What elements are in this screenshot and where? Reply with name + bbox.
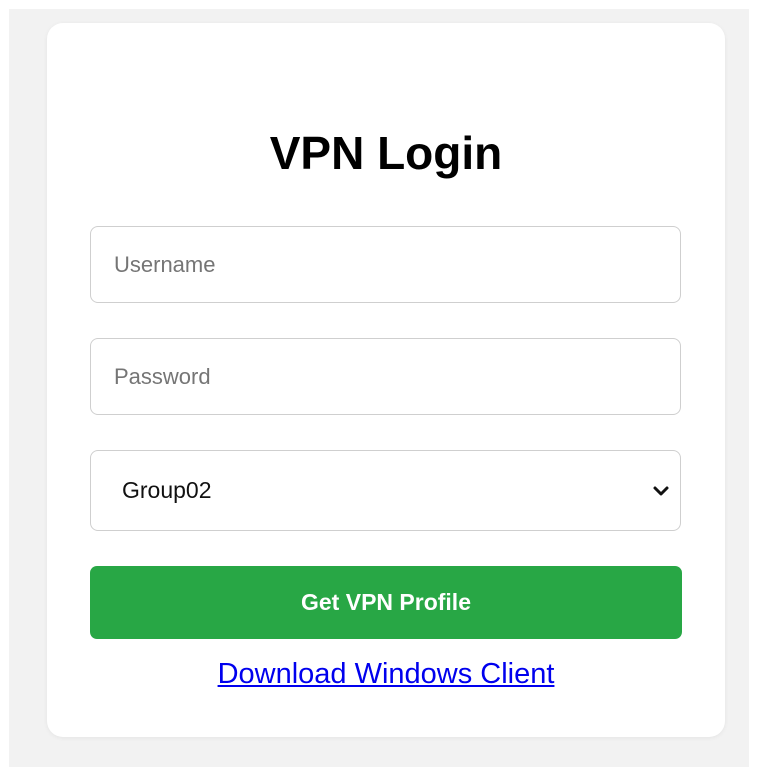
get-vpn-profile-button[interactable]: Get VPN Profile bbox=[90, 566, 682, 639]
username-input[interactable] bbox=[90, 226, 681, 303]
group-select-value: Group02 bbox=[122, 477, 212, 503]
chevron-down-icon bbox=[653, 486, 669, 496]
download-windows-client-link[interactable]: Download Windows Client bbox=[47, 655, 725, 693]
login-card: VPN Login Group02 Get VPN Profile Downlo… bbox=[47, 23, 725, 737]
password-input[interactable] bbox=[90, 338, 681, 415]
group-select[interactable]: Group02 bbox=[90, 450, 681, 531]
page-title: VPN Login bbox=[269, 127, 503, 179]
